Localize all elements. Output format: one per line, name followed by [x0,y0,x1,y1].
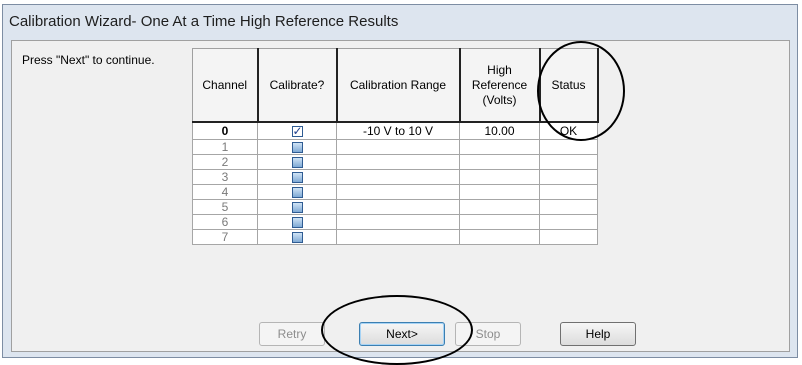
calibration-range-cell [336,154,460,170]
calibrate-checkbox[interactable] [291,202,303,214]
table-row: 4 [192,184,598,200]
channel-cell: 1 [192,139,258,155]
channel-cell: 5 [192,199,258,215]
channel-cell: 6 [192,214,258,230]
wizard-client-area: Press "Next" to continue. Channel Calibr… [11,40,790,352]
table-row: 0 -10 V to 10 V10.00OK [192,121,598,140]
column-header-channel[interactable]: Channel [192,48,259,123]
table-header-row: Channel Calibrate? Calibration Range Hig… [192,48,599,123]
calibration-range-cell [336,199,460,215]
table-row: 5 [192,199,598,215]
calibration-range-cell [336,184,460,200]
high-reference-cell: 10.00 [459,121,540,140]
calibrate-cell [257,199,337,215]
calibrate-cell [257,139,337,155]
table-row: 2 [192,154,598,170]
title-bar[interactable]: Calibration Wizard- One At a Time High R… [3,5,797,39]
channel-cell: 7 [192,229,258,245]
calibration-range-cell [336,169,460,185]
calibrate-checkbox[interactable] [291,124,303,138]
calibration-wizard-window: Calibration Wizard- One At a Time High R… [2,4,798,365]
calibrate-cell [257,121,337,140]
calibrate-cell [257,169,337,185]
table-row: 1 [192,139,598,155]
status-cell [539,154,598,170]
high-reference-cell [459,199,540,215]
column-header-calibrate[interactable]: Calibrate? [257,48,338,123]
high-reference-cell [459,214,540,230]
status-cell [539,169,598,185]
high-reference-cell [459,154,540,170]
status-cell [539,229,598,245]
table-row: 6 [192,214,598,230]
status-cell [539,199,598,215]
calibrate-checkbox[interactable] [291,172,303,184]
channel-cell: 3 [192,169,258,185]
calibrate-checkbox[interactable] [291,142,303,154]
instruction-text: Press "Next" to continue. [22,53,155,67]
calibration-range-cell: -10 V to 10 V [336,121,460,140]
channel-cell: 4 [192,184,258,200]
calibrate-checkbox[interactable] [291,187,303,199]
retry-button[interactable]: Retry [259,322,325,346]
calibration-results-table: Channel Calibrate? Calibration Range Hig… [192,48,599,245]
calibrate-checkbox[interactable] [291,232,303,244]
channel-cell: 0 [192,121,258,140]
channel-cell: 2 [192,154,258,170]
status-cell: OK [539,121,598,140]
table-row: 7 [192,229,598,245]
status-cell [539,139,598,155]
calibrate-checkbox[interactable] [291,157,303,169]
calibration-range-cell [336,214,460,230]
calibration-range-cell [336,229,460,245]
high-reference-cell [459,139,540,155]
stop-button[interactable]: Stop [455,322,521,346]
high-reference-cell [459,169,540,185]
status-cell [539,184,598,200]
calibration-range-cell [336,139,460,155]
calibrate-cell [257,214,337,230]
calibrate-cell [257,154,337,170]
column-header-high-reference[interactable]: High Reference (Volts) [459,48,541,123]
column-header-calibration-range[interactable]: Calibration Range [336,48,461,123]
status-cell [539,214,598,230]
column-header-status[interactable]: Status [539,48,599,123]
table-row: 3 [192,169,598,185]
help-button[interactable]: Help [560,322,636,346]
window-title: Calibration Wizard- One At a Time High R… [9,13,399,30]
high-reference-cell [459,184,540,200]
next-button[interactable]: Next> [359,322,445,346]
calibrate-cell [257,229,337,245]
calibrate-cell [257,184,337,200]
high-reference-cell [459,229,540,245]
calibrate-checkbox[interactable] [291,217,303,229]
